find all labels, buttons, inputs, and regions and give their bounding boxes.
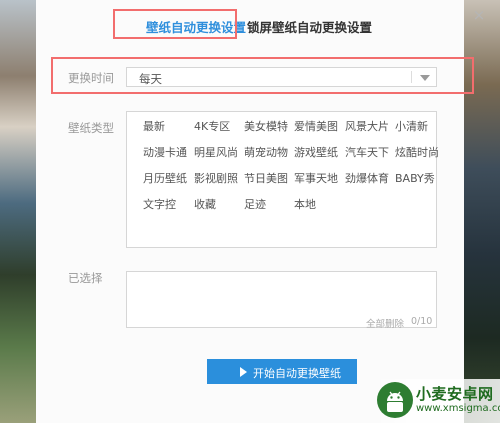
start-auto-change-button[interactable]: 开始自动更换壁纸: [207, 359, 357, 384]
wallpaper-type-label: 壁纸类型: [68, 121, 114, 135]
type-item[interactable]: 足迹: [244, 198, 266, 212]
type-item[interactable]: 劲爆体育: [345, 172, 389, 186]
close-icon[interactable]: ×: [472, 8, 486, 23]
type-item[interactable]: 影视剧照: [194, 172, 238, 186]
watermark-url: www.xmsigma.com: [416, 403, 500, 414]
type-item[interactable]: 美女模特: [244, 120, 288, 134]
type-item[interactable]: 军事天地: [294, 172, 338, 186]
highlight-box-interval: [51, 57, 474, 94]
watermark-logo: 小麦安卓网 www.xmsigma.com: [374, 379, 500, 423]
type-item[interactable]: 风景大片: [345, 120, 389, 134]
type-item[interactable]: 文字控: [143, 198, 176, 212]
type-item[interactable]: 节日美图: [244, 172, 288, 186]
type-item[interactable]: 萌宠动物: [244, 146, 288, 160]
type-item[interactable]: BABY秀: [395, 172, 435, 186]
start-button-label: 开始自动更换壁纸: [253, 367, 341, 380]
selected-label: 已选择: [68, 271, 103, 285]
type-item[interactable]: 汽车天下: [345, 146, 389, 160]
type-item[interactable]: 明星风尚: [194, 146, 238, 160]
type-item[interactable]: 小清新: [395, 120, 428, 134]
wallpaper-type-panel: 最新 4K专区 美女模特 爱情美图 风景大片 小清新 动漫卡通 明星风尚 萌宠动…: [126, 111, 439, 248]
type-item[interactable]: 爱情美图: [294, 120, 338, 134]
type-item[interactable]: 动漫卡通: [143, 146, 187, 160]
type-item[interactable]: 收藏: [194, 198, 216, 212]
watermark-name: 小麦安卓网: [416, 385, 494, 403]
tab-lockscreen-auto-change[interactable]: 锁屏壁纸自动更换设置: [247, 20, 372, 36]
clear-all-button[interactable]: 全部删除: [366, 316, 404, 330]
type-item[interactable]: 游戏壁纸: [294, 146, 338, 160]
type-item[interactable]: 4K专区: [194, 120, 230, 134]
type-item[interactable]: 本地: [294, 198, 316, 212]
type-item[interactable]: 最新: [143, 120, 165, 134]
type-item[interactable]: 炫酷时尚: [395, 146, 439, 160]
type-item[interactable]: 月历壁纸: [143, 172, 187, 186]
android-robot-icon: [377, 382, 413, 418]
play-icon: [240, 367, 247, 377]
highlight-box-tab: [113, 9, 237, 39]
background-wallpaper-left: [0, 0, 36, 423]
selected-count: 0/10: [411, 316, 433, 327]
